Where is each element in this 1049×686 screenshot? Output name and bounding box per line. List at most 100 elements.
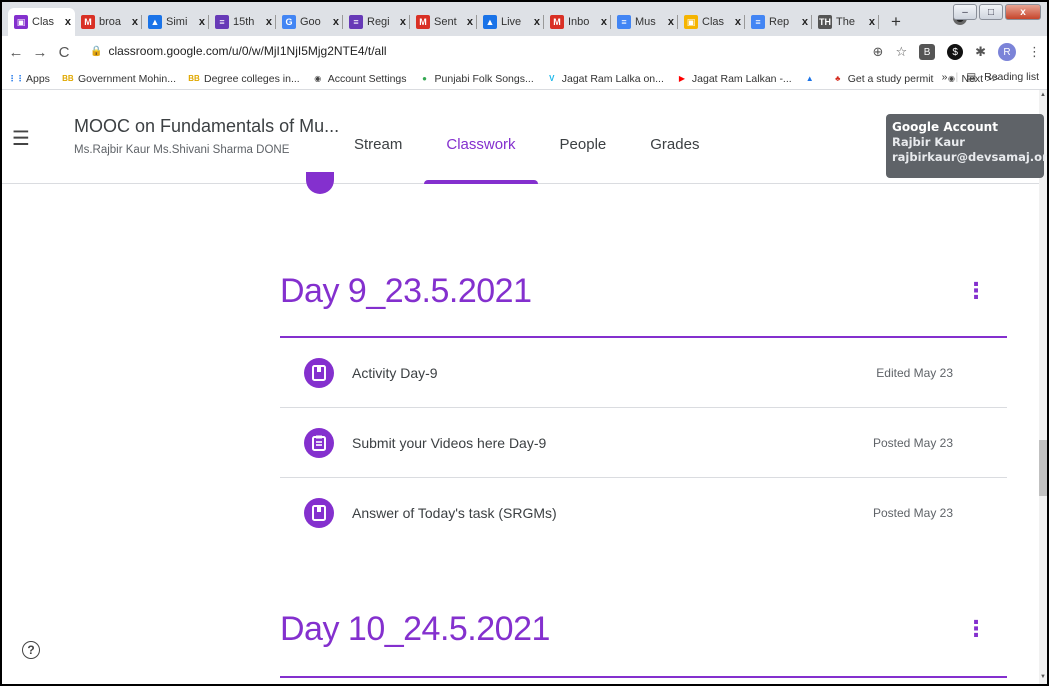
page-scrollbar[interactable] xyxy=(1039,90,1047,684)
bookmarks-bar: ⋮⋮ Apps BB Government Mohin... BB Degree coll… xyxy=(2,68,1047,90)
tab-label: 15th xyxy=(233,16,255,28)
classwork-item[interactable]: Answer of Today's task (SRGMs) Posted May… xyxy=(280,478,1007,548)
topic-title: Day 10_24.5.2021 xyxy=(280,610,550,648)
tab-people[interactable]: People xyxy=(538,90,629,184)
bookmark-item[interactable]: BB Degree colleges in... xyxy=(188,73,300,85)
reading-list-button[interactable]: Reading list xyxy=(984,71,1039,83)
zoom-icon[interactable]: ⊕ xyxy=(873,44,884,60)
extension-b-icon[interactable]: B xyxy=(919,44,936,60)
star-icon[interactable]: ☆ xyxy=(895,44,907,60)
tab-label: broa xyxy=(99,16,122,28)
tab-close-icon[interactable]: x xyxy=(266,16,272,28)
screen: ▣ Clas x Mbroa x ▲ Simi x ≡ 15th x G Goo x ≡ Regi x M Sent… xyxy=(0,0,1049,686)
classroom-icon: ▣ xyxy=(14,15,28,29)
class-title[interactable]: MOOC on Fundamentals of Mu... xyxy=(74,116,339,137)
tab-close-icon[interactable]: x xyxy=(735,16,741,28)
minimize-button[interactable]: – xyxy=(953,4,977,20)
classwork-content: Day 9_23.5.2021 ⋮ Activity Day-9 Edited M… xyxy=(2,172,1042,684)
tab-close-icon[interactable]: x xyxy=(802,16,808,28)
tab-classwork[interactable]: Classwork xyxy=(424,90,538,184)
assignment-icon xyxy=(304,427,334,458)
divider: | xyxy=(955,71,959,83)
docs-icon: ≡ xyxy=(617,15,631,29)
tab-close-icon[interactable]: x xyxy=(534,16,540,28)
tab-close-icon[interactable]: x xyxy=(467,16,473,28)
tab-close-icon[interactable]: x xyxy=(668,16,674,28)
forward-icon[interactable]: → xyxy=(30,44,50,61)
new-tab-button[interactable]: + xyxy=(885,11,907,33)
url-text: classroom.google.com/u/0/w/MjI1NjI5Mjg2N… xyxy=(108,44,387,58)
classroom-icon: ▣ xyxy=(684,15,698,29)
tab-label: Mus xyxy=(635,16,656,28)
tab-close-icon[interactable]: x xyxy=(869,16,875,28)
tab-stream[interactable]: Stream xyxy=(332,90,424,184)
browser-tab[interactable]: G Goo x xyxy=(276,8,343,36)
tab-close-icon[interactable]: x xyxy=(400,16,406,28)
browser-tab[interactable]: ▣ Clas x xyxy=(678,8,745,36)
scroll-up-arrow[interactable]: ▲ xyxy=(1040,92,1046,98)
browser-tab[interactable]: ≡ 15th x xyxy=(209,8,276,36)
tab-grades[interactable]: Grades xyxy=(628,90,721,184)
browser-tab-strip: ▣ Clas x Mbroa x ▲ Simi x ≡ 15th x G Goo x ≡ Regi x M Sent… xyxy=(2,2,1047,36)
scrollbar-thumb[interactable] xyxy=(1039,440,1047,496)
drive-icon: ▲ xyxy=(148,15,162,29)
close-window-button[interactable]: x xyxy=(1005,4,1041,20)
bookmark-label: Apps xyxy=(26,72,50,85)
previous-item-icon xyxy=(306,172,334,194)
browser-tab[interactable]: ≡ Regi x xyxy=(343,8,410,36)
bookmark-item[interactable]: ▲ xyxy=(804,73,820,85)
globe-icon: ◉ xyxy=(314,74,322,83)
window-controls: – □ x xyxy=(953,4,1041,20)
menu-kebab-icon[interactable]: ⋮ xyxy=(1028,44,1041,60)
browser-tab[interactable]: Mbroa x xyxy=(75,8,142,36)
main-menu-icon[interactable]: ☰ xyxy=(12,126,30,151)
reload-icon[interactable]: C xyxy=(54,44,74,61)
topic-more-icon[interactable]: ⋮ xyxy=(965,278,987,304)
tooltip-title: Google Account xyxy=(892,120,998,134)
classwork-item[interactable]: Activity Day-9 Edited May 23 xyxy=(280,338,1007,408)
bookmark-label: Punjabi Folk Songs... xyxy=(434,72,534,85)
bookmark-item[interactable]: ◉ Account Settings xyxy=(312,73,406,85)
bookmark-item[interactable]: ⋮⋮ Apps xyxy=(8,72,50,85)
back-icon[interactable]: ← xyxy=(6,44,26,61)
topic-divider xyxy=(280,676,1007,678)
browser-tab[interactable]: ≡ Mus x xyxy=(611,8,678,36)
tab-close-icon[interactable]: x xyxy=(601,16,607,28)
browser-tab[interactable]: M Sent x xyxy=(410,8,477,36)
bookmark-item[interactable]: ♣ Get a study permit xyxy=(832,73,933,85)
bookmarks-overflow-button[interactable]: » xyxy=(942,71,948,83)
bookmark-label: Degree colleges in... xyxy=(203,72,300,85)
bookmark-item[interactable]: V Jagat Ram Lalka on... xyxy=(546,73,664,85)
tab-close-icon[interactable]: x xyxy=(199,16,205,28)
th-icon: TH xyxy=(818,15,832,29)
topic-more-icon[interactable]: ⋮ xyxy=(965,616,987,642)
lock-icon: 🔒 xyxy=(90,45,103,57)
apps-grid-icon: ⋮⋮ xyxy=(8,74,24,83)
bookmark-item[interactable]: BB Government Mohin... xyxy=(62,73,176,85)
extension-dashlane-icon[interactable]: $ xyxy=(947,44,964,60)
address-bar[interactable]: 🔒 classroom.google.com/u/0/w/MjI1NjI5Mjg… xyxy=(90,40,870,62)
browser-tab[interactable]: ▲ Live x xyxy=(477,8,544,36)
extensions-puzzle-icon[interactable]: ✱ xyxy=(975,44,986,60)
browser-tab[interactable]: TH The x xyxy=(812,8,879,36)
bookmark-item[interactable]: ● Punjabi Folk Songs... xyxy=(419,73,534,85)
tab-close-icon[interactable]: x xyxy=(132,16,138,28)
tab-close-icon[interactable]: x xyxy=(65,16,71,28)
profile-avatar[interactable]: R xyxy=(998,43,1016,61)
browser-tab[interactable]: ▲ Simi x xyxy=(142,8,209,36)
tab-close-icon[interactable]: x xyxy=(333,16,339,28)
browser-tab[interactable]: ≡ Rep x xyxy=(745,8,812,36)
scroll-down-arrow[interactable]: ▼ xyxy=(1040,674,1046,680)
tab-label: Sent xyxy=(434,16,457,28)
maximize-button[interactable]: □ xyxy=(979,4,1003,20)
tab-label: Rep xyxy=(769,16,790,28)
tooltip-name: Rajbir Kaur xyxy=(892,135,965,149)
classwork-item[interactable]: Submit your Videos here Day-9 Posted May … xyxy=(280,408,1007,478)
tooltip-email: rajbirkaur@devsamaj.org xyxy=(892,150,1049,164)
browser-tab[interactable]: M Inbo x xyxy=(544,8,611,36)
browser-tab[interactable]: ▣ Clas x xyxy=(8,8,75,36)
bookmark-item[interactable]: ▶ Jagat Ram Lalkan -... xyxy=(676,73,792,85)
help-icon[interactable]: ? xyxy=(22,641,40,659)
class-nav-tabs: Stream Classwork People Grades xyxy=(332,90,721,184)
tab-list: ▣ Clas x Mbroa x ▲ Simi x ≡ 15th x G Goo x ≡ Regi x M Sent… xyxy=(8,8,907,36)
